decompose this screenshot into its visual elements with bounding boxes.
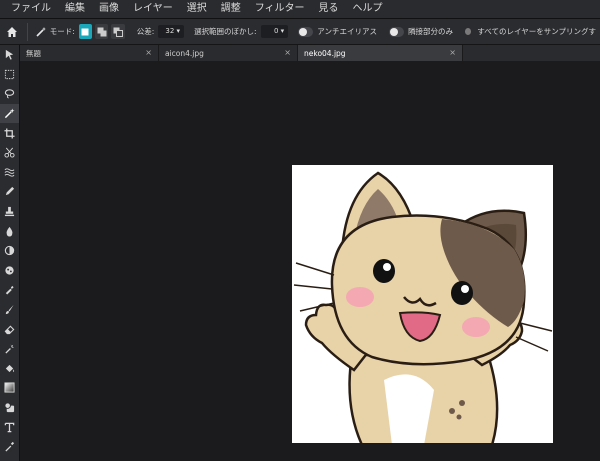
mode-add-selection-button[interactable] (95, 24, 109, 39)
tab-close-icon[interactable]: × (284, 48, 291, 58)
contiguous-label: 隣接部分のみ (408, 27, 454, 36)
canvas-workspace[interactable] (20, 61, 600, 461)
text-tool[interactable] (0, 417, 19, 437)
antialias-toggle[interactable] (298, 26, 314, 37)
move-tool-icon (5, 50, 14, 60)
fill-tool-icon (5, 364, 15, 372)
magic-wand-tool-icon (4, 108, 15, 119)
shape-tool-icon (4, 402, 15, 413)
liquify-tool-icon (4, 168, 15, 177)
add-squares-icon (97, 27, 107, 36)
brush-tool[interactable] (0, 300, 19, 320)
menu-layer[interactable]: レイヤー (126, 0, 180, 18)
sponge-tool[interactable] (0, 261, 19, 281)
feather-label: 選択範囲のぼかし: (194, 27, 257, 36)
lasso-tool-icon (4, 89, 15, 99)
tab-close-icon[interactable]: × (449, 48, 456, 58)
marquee-tool-icon (4, 69, 15, 79)
tab-label: neko04.jpg (304, 48, 346, 58)
menu-view[interactable]: 見る (312, 0, 346, 18)
sample-all-layers-toggle[interactable] (465, 28, 472, 35)
tab-untitled[interactable]: 無題 × (20, 45, 159, 61)
menu-help[interactable]: ヘルプ (346, 0, 390, 18)
home-button[interactable] (0, 26, 23, 38)
sponge-tool-icon (5, 266, 14, 275)
tab-label: 無題 (26, 48, 41, 58)
color-picker-tool[interactable] (0, 280, 19, 300)
tab-label: aicon4.jpg (165, 48, 204, 58)
gradient-tool-icon (4, 382, 15, 393)
dodge-tool[interactable] (0, 241, 19, 261)
clone-stamp-tool-icon (4, 206, 15, 217)
eraser-tool[interactable] (0, 319, 19, 339)
eyedropper-tool-icon (5, 442, 15, 452)
mode-label: モード: (49, 27, 75, 36)
mode-subtract-selection-button[interactable] (111, 24, 125, 39)
crop-tool-icon (4, 128, 15, 139)
square-icon (81, 28, 89, 35)
subtract-squares-icon (113, 27, 124, 37)
color-replace-tool[interactable] (0, 339, 19, 359)
mode-new-selection-button[interactable] (78, 24, 93, 39)
magic-wand-icon (36, 26, 46, 37)
pencil-tool-icon (5, 187, 15, 196)
tolerance-input[interactable]: 32 ▾ (158, 25, 185, 38)
tab-aicon4[interactable]: aicon4.jpg × (159, 45, 298, 61)
tools-panel (0, 45, 20, 461)
color-replace-tool-icon (5, 344, 15, 354)
color-picker-tool-icon (5, 286, 14, 295)
cut-tool-icon (4, 147, 15, 158)
liquify-tool[interactable] (0, 163, 19, 183)
blur-tool-icon (6, 226, 13, 237)
cut-tool[interactable] (0, 143, 19, 163)
pencil-tool[interactable] (0, 182, 19, 202)
menu-edit[interactable]: 編集 (58, 0, 92, 18)
gradient-tool[interactable] (0, 378, 19, 398)
text-tool-icon (4, 422, 15, 432)
marquee-tool[interactable] (0, 65, 19, 85)
document-canvas[interactable] (292, 165, 553, 443)
separator (27, 22, 28, 41)
tab-neko04[interactable]: neko04.jpg × (298, 45, 463, 61)
tolerance-label: 公差: (136, 27, 155, 36)
app-window: ファイル 編集 画像 レイヤー 選択 調整 フィルター 見る ヘルプ モード: (0, 0, 600, 461)
contiguous-toggle[interactable] (388, 26, 405, 37)
cat-illustration (293, 171, 553, 443)
lasso-tool[interactable] (0, 84, 19, 104)
crop-tool[interactable] (0, 123, 19, 143)
shape-tool[interactable] (0, 398, 19, 418)
menu-bar: ファイル 編集 画像 レイヤー 選択 調整 フィルター 見る ヘルプ (0, 0, 600, 19)
move-tool[interactable] (0, 45, 19, 65)
brush-tool-icon (5, 304, 14, 315)
menu-file[interactable]: ファイル (0, 0, 58, 18)
blur-tool[interactable] (0, 221, 19, 241)
sample-all-layers-label: すべてのレイヤーをサンプリングす (477, 27, 597, 36)
clone-stamp-tool[interactable] (0, 202, 19, 222)
menu-adjust[interactable]: 調整 (214, 0, 248, 18)
menu-filter[interactable]: フィルター (248, 0, 312, 18)
menu-select[interactable]: 選択 (180, 0, 214, 18)
dodge-tool-icon (4, 246, 15, 256)
feather-input[interactable]: 0 ▾ (260, 25, 289, 38)
home-icon (6, 26, 17, 37)
tool-options-bar: モード: 公差: 32 ▾ 選択範囲のぼかし: 0 ▾ アンチエイリアス 隣接部… (0, 19, 600, 45)
document-tabs: 無題 × aicon4.jpg × neko04.jpg × (20, 45, 600, 61)
antialias-label: アンチエイリアス (317, 27, 377, 36)
magic-wand-tool[interactable] (0, 103, 19, 124)
eyedropper-tool[interactable] (0, 437, 19, 457)
menu-image[interactable]: 画像 (92, 0, 126, 18)
eraser-tool-icon (4, 325, 15, 334)
tab-close-icon[interactable]: × (145, 48, 152, 58)
current-tool-indicator (32, 26, 50, 38)
fill-tool[interactable] (0, 359, 19, 379)
